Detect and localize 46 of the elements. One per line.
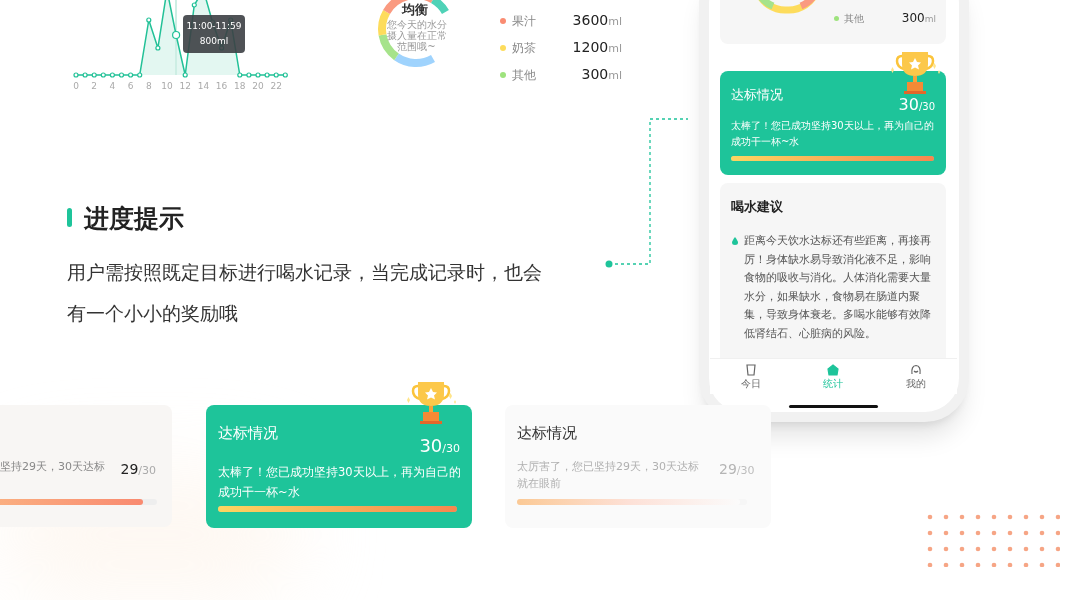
water-drop-icon [732, 237, 738, 245]
donut-subtitle: 您今天的水分摄入量在正常范围哦~ [386, 19, 447, 52]
tab[interactable]: 今日 [710, 359, 793, 394]
axis-label: 4 [108, 80, 117, 93]
legend-label: 其他 [844, 11, 864, 26]
donut-title: 均衡 [400, 1, 429, 19]
axis-label: 20 [251, 80, 265, 93]
trophy-icon [888, 50, 942, 96]
legend-value: 3600ml [572, 11, 622, 30]
axis-label: 6 [126, 80, 135, 93]
axis-label: 16 [214, 80, 229, 93]
score: 30/30 [419, 434, 460, 458]
tooltip-time: 11:00-11:59 [186, 20, 242, 33]
legend-label: 奶茶 [512, 39, 536, 57]
axis-label: 2 [90, 80, 99, 93]
section-description: 用户需按照既定目标进行喝水记录，当完成记录时，也会有一个小小的奖励哦 [67, 260, 543, 326]
axis-label: 10 [160, 80, 174, 93]
axis-label: 8 [144, 80, 153, 93]
card-message: 坚持29天，30天达标 [0, 459, 105, 475]
card-title: 喝水建议 [731, 198, 783, 216]
legend-label: 果汁 [512, 12, 536, 30]
legend-value: 1200ml [572, 38, 622, 57]
legend-label: 其他 [512, 66, 536, 84]
legend-value: 300ml [581, 65, 622, 84]
heading-accent-bar [67, 208, 72, 227]
axis-label: 18 [233, 80, 247, 93]
advice-text: 距离今天饮水达标还有些距离，再接再厉！身体缺水易导致消化液不足，影响食物的吸收与消化。人体消化需要大量水分，如果缺水，食物易在肠道内聚集，导致身体衰老。多喝水能够有效降低肾结石、心脏病的风险。 [744, 233, 932, 341]
card-message: 太棒了！您已成功坚持30天以上，再为自己的成功干一杯~水 [218, 464, 462, 501]
score: 29/30 [719, 460, 755, 479]
card-message: 太棒了！您已成功坚持30天以上，再为自己的成功干一杯~水 [731, 119, 935, 149]
axis-label: 14 [196, 80, 211, 93]
section-heading: 进度提示 [84, 203, 184, 235]
card-title: 达标情况 [218, 423, 278, 444]
tab[interactable]: 我的 [874, 359, 957, 394]
card-title: 达标情况 [517, 423, 577, 444]
axis-label: 0 [72, 80, 80, 93]
score: 29/30 [120, 460, 156, 479]
card-title: 达标情况 [731, 86, 783, 104]
card-message: 太厉害了，您已坚持29天，30天达标就在眼前 [517, 459, 700, 492]
legend-value: 300ml [901, 10, 936, 27]
axis-label: 12 [178, 80, 192, 93]
tooltip-amount: 800ml [199, 35, 229, 48]
score: 30/30 [898, 94, 935, 116]
axis-label: 22 [269, 80, 283, 93]
trophy-icon [404, 380, 458, 426]
cup-icon [745, 364, 758, 376]
